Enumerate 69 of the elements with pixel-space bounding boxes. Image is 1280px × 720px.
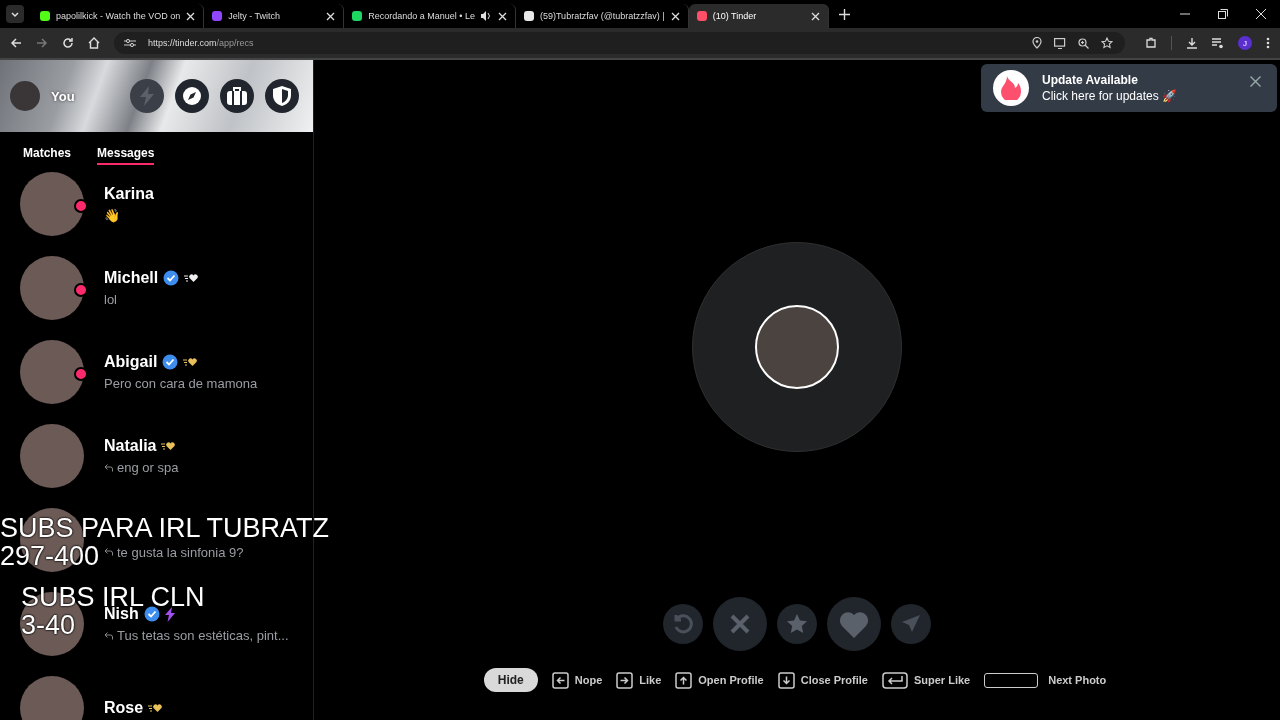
hide-button[interactable]: Hide [483, 668, 538, 692]
close-icon [729, 613, 751, 635]
media-control-icon[interactable] [1212, 37, 1224, 49]
send-button[interactable] [891, 604, 931, 644]
down-arrow-key-icon [777, 671, 795, 689]
enter-key-icon [881, 671, 908, 689]
overlay-text: 3-40 [21, 611, 76, 640]
back-icon[interactable] [10, 37, 22, 49]
rewind-button[interactable] [663, 604, 703, 644]
briefcase-icon [227, 87, 247, 105]
boost-button[interactable] [130, 79, 164, 113]
address-bar[interactable]: https://tinder.com/app/recs [114, 32, 1125, 54]
contact-name[interactable]: Rose [104, 699, 144, 717]
sidebar-tab[interactable]: Matches [23, 139, 72, 165]
zoom-icon[interactable] [1078, 37, 1089, 49]
right-arrow-key-icon [616, 671, 634, 689]
message-preview: eng or spa [117, 460, 179, 475]
reload-icon[interactable] [62, 37, 74, 49]
shortcut-label: Nope [574, 674, 603, 686]
tab-search-icon[interactable] [6, 5, 24, 23]
message-preview: Tus tetas son estéticas, pint... [117, 628, 289, 643]
menu-icon[interactable] [1266, 37, 1270, 49]
forward-icon[interactable] [36, 37, 48, 49]
site-settings-icon[interactable] [124, 38, 136, 48]
notification-text: Click here for updates 🚀 [1042, 89, 1178, 103]
briefcase-button[interactable] [220, 79, 254, 113]
shortcut-label: Next Photo [1048, 674, 1107, 686]
location-icon[interactable] [1032, 37, 1042, 49]
super-like-button[interactable] [777, 604, 817, 644]
message-preview: Pero con cara de mamona [104, 376, 258, 391]
shield-icon [273, 86, 291, 106]
install-icon[interactable] [1054, 37, 1066, 49]
up-arrow-key-icon [675, 671, 693, 689]
contact-name[interactable]: Karina [104, 185, 154, 203]
left-arrow-key-icon [551, 671, 569, 689]
contact-name[interactable]: Abigail [104, 353, 158, 371]
rewind-icon [672, 613, 694, 635]
nope-button[interactable] [713, 597, 767, 651]
new-tab-icon[interactable] [838, 8, 850, 20]
browser-tab[interactable]: (10) Tinder [688, 4, 829, 28]
compass-icon [182, 86, 202, 106]
explore-button[interactable] [175, 79, 209, 113]
paper-plane-icon [901, 614, 921, 634]
extensions-icon[interactable] [1145, 37, 1157, 49]
star-icon[interactable] [1101, 37, 1113, 49]
sidebar-tab[interactable]: Messages [97, 139, 155, 165]
spacebar-key-icon [984, 672, 1039, 688]
shortcut-label: Super Like [913, 674, 971, 686]
shortcut-label: Like [639, 674, 662, 686]
update-notification[interactable]: Update Available Click here for updates 🚀 [981, 64, 1277, 112]
shortcut-label: Open Profile [698, 674, 764, 686]
message-preview: lol [104, 292, 117, 307]
star-icon [786, 613, 808, 635]
shortcut-label: Close Profile [800, 674, 868, 686]
contact-name[interactable]: Natalia [104, 437, 157, 455]
notification-title: Update Available [1042, 73, 1138, 87]
profile-avatar[interactable]: J [1238, 36, 1252, 50]
flame-icon [1001, 76, 1021, 100]
lightning-icon [140, 86, 154, 106]
restore-icon[interactable] [1218, 9, 1228, 19]
contact-name[interactable]: Michell [104, 269, 159, 287]
like-button[interactable] [827, 597, 881, 651]
heart-icon [839, 610, 869, 638]
message-preview: te gusta la sinfonia 9? [117, 544, 244, 560]
avatar-placeholder[interactable] [10, 81, 40, 111]
download-icon[interactable] [1186, 37, 1198, 49]
safety-button[interactable] [265, 79, 299, 113]
message-preview: 👋 [104, 208, 120, 223]
home-icon[interactable] [88, 37, 100, 49]
